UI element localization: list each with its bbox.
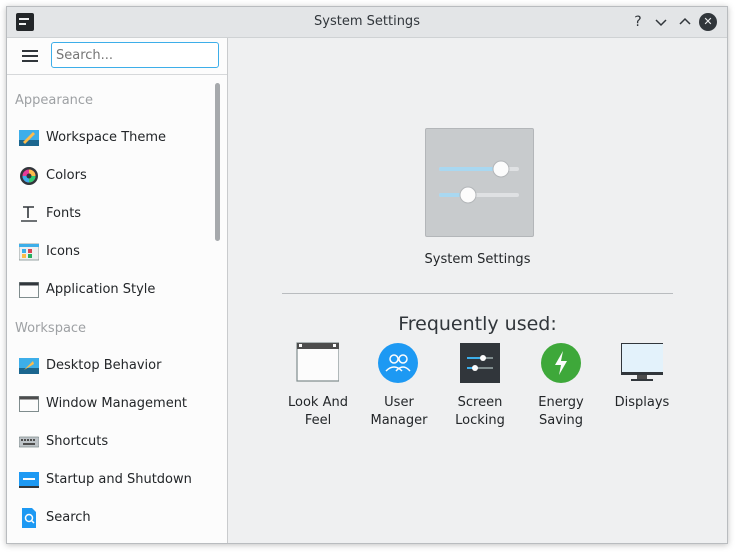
sidebar-item-label: Colors bbox=[46, 168, 87, 183]
sidebar-item-label: Shortcuts bbox=[46, 434, 109, 449]
window-title: System Settings bbox=[314, 14, 420, 29]
title-bar[interactable]: System Settings ? ✕ bbox=[7, 7, 727, 38]
frequent-item-label: Displays bbox=[614, 395, 670, 410]
sidebar-item-window-management[interactable]: Window Management bbox=[7, 385, 213, 423]
search-icon bbox=[22, 508, 36, 528]
category-appearance: Appearance bbox=[15, 93, 94, 108]
frequent-item-label: User Manager bbox=[370, 395, 428, 428]
sidebar-item-label: Workspace Theme bbox=[46, 130, 167, 145]
sidebar-item-label: Startup and Shutdown bbox=[46, 472, 192, 487]
colors-icon bbox=[20, 167, 38, 185]
sidebar-item-fonts[interactable]: Fonts bbox=[7, 195, 213, 233]
displays-icon bbox=[621, 343, 663, 381]
sidebar: Appearance Workspace Theme Colors Fonts … bbox=[7, 38, 228, 543]
sidebar-item-workspace-theme[interactable]: Workspace Theme bbox=[7, 119, 213, 157]
chevron-down-icon bbox=[655, 19, 667, 27]
minimize-button[interactable] bbox=[652, 13, 670, 31]
sidebar-item-label: Application Style bbox=[46, 282, 156, 297]
keyboard-icon bbox=[19, 436, 39, 448]
sidebar-item-icons[interactable]: Icons bbox=[7, 233, 213, 271]
hero-label: System Settings bbox=[424, 252, 531, 267]
screen-locking-icon bbox=[460, 343, 500, 383]
sidebar-item-startup-shutdown[interactable]: Startup and Shutdown bbox=[7, 461, 213, 499]
energy-saving-icon bbox=[541, 343, 581, 383]
sliders-icon bbox=[439, 160, 519, 204]
user-manager-icon bbox=[378, 343, 418, 383]
look-and-feel-icon bbox=[296, 342, 339, 382]
application-style-icon bbox=[19, 282, 39, 298]
maximize-button[interactable] bbox=[676, 13, 694, 31]
chevron-up-icon bbox=[679, 17, 691, 25]
frequently-used-title: Frequently used: bbox=[398, 313, 557, 335]
frequent-item-label: Look And Feel bbox=[288, 395, 348, 428]
sidebar-item-label: Desktop Behavior bbox=[46, 358, 162, 373]
sidebar-item-application-style[interactable]: Application Style bbox=[7, 271, 213, 309]
sidebar-item-colors[interactable]: Colors bbox=[7, 157, 213, 195]
help-button[interactable]: ? bbox=[629, 13, 647, 31]
frequent-item-label: Energy Saving bbox=[538, 395, 584, 428]
main-content: System Settings Frequently used: Look An… bbox=[228, 38, 727, 543]
sidebar-item-label: Search bbox=[46, 510, 91, 525]
frequent-item-displays[interactable]: Displays bbox=[602, 341, 678, 441]
sidebar-item-label: Icons bbox=[46, 244, 80, 259]
sidebar-item-label: Fonts bbox=[46, 206, 82, 221]
sidebar-scrollbar[interactable] bbox=[215, 83, 220, 241]
startup-shutdown-icon bbox=[19, 472, 39, 488]
frequent-item-energy-saving[interactable]: Energy Saving bbox=[521, 341, 597, 441]
frequent-item-user-manager[interactable]: User Manager bbox=[359, 341, 435, 441]
desktop-behavior-icon bbox=[19, 358, 39, 374]
close-button[interactable]: ✕ bbox=[699, 13, 717, 31]
system-settings-window: System Settings ? ✕ Appearance Workspace… bbox=[6, 6, 728, 544]
sidebar-header bbox=[7, 38, 227, 75]
sidebar-item-label: Window Management bbox=[46, 396, 188, 411]
fonts-icon bbox=[21, 206, 37, 222]
frequent-item-label: Screen Locking bbox=[455, 395, 505, 428]
sidebar-item-shortcuts[interactable]: Shortcuts bbox=[7, 423, 213, 461]
sidebar-item-search[interactable]: Search bbox=[7, 499, 213, 537]
divider bbox=[282, 293, 673, 294]
icons-icon bbox=[19, 243, 39, 261]
frequent-item-screen-locking[interactable]: Screen Locking bbox=[440, 341, 516, 441]
hamburger-menu-icon[interactable] bbox=[22, 50, 38, 63]
category-workspace: Workspace bbox=[15, 321, 87, 336]
system-settings-hero-icon bbox=[425, 128, 534, 237]
workspace-theme-icon bbox=[19, 130, 39, 146]
search-input[interactable] bbox=[51, 42, 219, 68]
window-management-icon bbox=[19, 396, 39, 412]
sidebar-item-desktop-behavior[interactable]: Desktop Behavior bbox=[7, 347, 213, 385]
frequent-item-look-and-feel[interactable]: Look And Feel bbox=[278, 341, 354, 441]
